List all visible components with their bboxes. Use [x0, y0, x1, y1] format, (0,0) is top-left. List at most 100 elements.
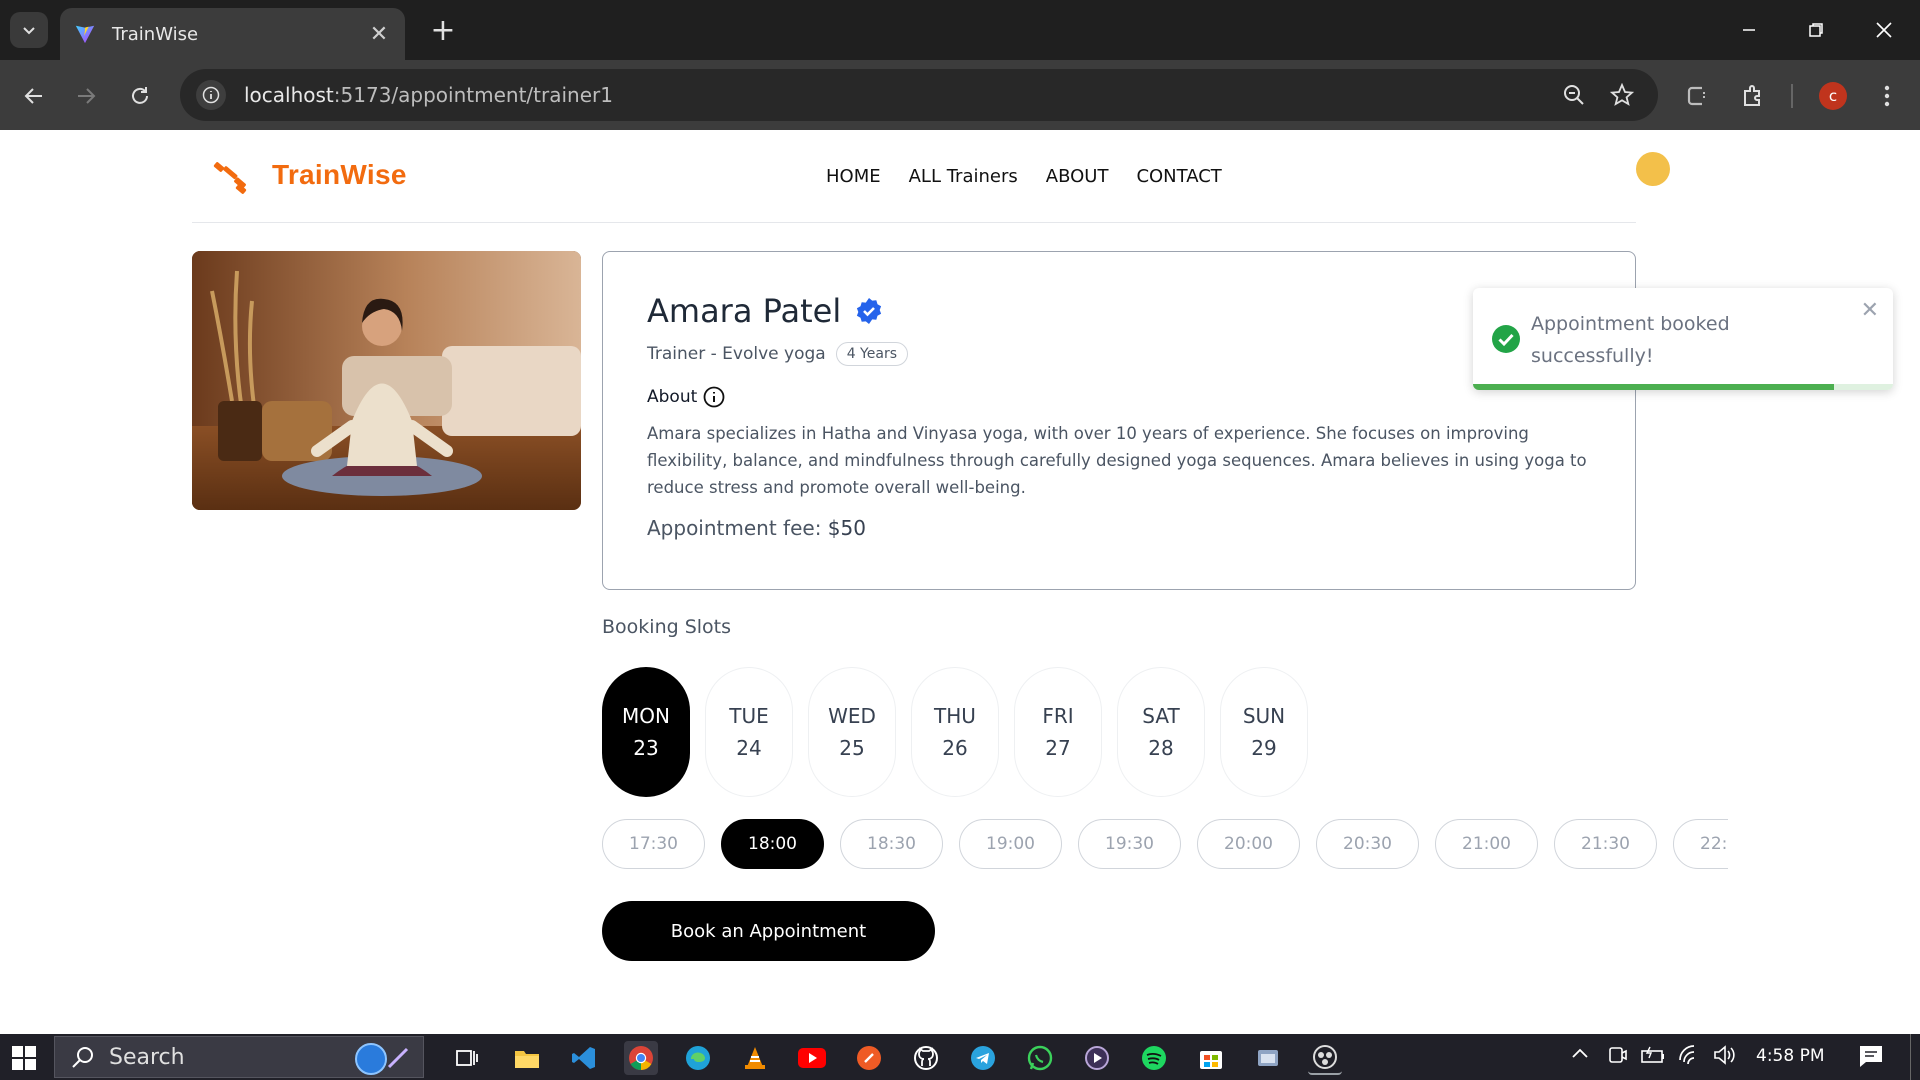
- day-name: MON: [622, 704, 670, 728]
- telegram-icon[interactable]: [966, 1041, 1000, 1075]
- restore-button[interactable]: [1792, 10, 1840, 50]
- show-desktop-button[interactable]: [1910, 1034, 1911, 1080]
- reload-button[interactable]: [120, 76, 160, 116]
- time-slot[interactable]: 19:00: [959, 819, 1062, 869]
- nav-home[interactable]: HOME: [826, 166, 881, 187]
- user-avatar[interactable]: [1636, 152, 1670, 186]
- trainer-name: Amara Patel: [647, 292, 842, 330]
- day-slot-fri[interactable]: FRI 27: [1014, 667, 1102, 797]
- meet-now-icon[interactable]: [1608, 1044, 1628, 1070]
- header-divider: [192, 222, 1636, 223]
- reload-icon: [132, 87, 148, 104]
- youtube-icon[interactable]: [795, 1041, 829, 1075]
- success-toast: Appointment booked successfully! ✕: [1473, 288, 1893, 390]
- windows-start-icon[interactable]: [12, 1046, 36, 1070]
- trainer-photo: [192, 251, 581, 510]
- brand-name: TrainWise: [272, 159, 407, 190]
- taskbar-search-box[interactable]: Search: [54, 1036, 424, 1078]
- day-slot-sat[interactable]: SAT 28: [1117, 667, 1205, 797]
- volume-icon[interactable]: [1712, 1044, 1736, 1070]
- notifications-icon[interactable]: [1858, 1044, 1884, 1072]
- booking-slots-title: Booking Slots: [602, 616, 732, 638]
- day-slot-thu[interactable]: THU 26: [911, 667, 999, 797]
- toast-close-icon[interactable]: ✕: [1861, 298, 1879, 323]
- profile-button[interactable]: c: [1815, 78, 1851, 114]
- day-date: 29: [1251, 736, 1277, 760]
- day-slot-wed[interactable]: WED 25: [808, 667, 896, 797]
- day-name: SUN: [1242, 704, 1286, 728]
- time-slot[interactable]: 19:30: [1078, 819, 1181, 869]
- back-button[interactable]: [14, 76, 54, 116]
- tab-title: TrainWise: [112, 23, 199, 45]
- tray-chevron-up-icon[interactable]: [1570, 1044, 1590, 1068]
- day-date: 23: [633, 736, 659, 760]
- day-slot-sun[interactable]: SUN 29: [1220, 667, 1308, 797]
- time-slot[interactable]: 17:30: [602, 819, 705, 869]
- nav-all-trainers[interactable]: ALL Trainers: [909, 166, 1018, 187]
- chrome-icon[interactable]: [624, 1041, 658, 1075]
- edge-icon[interactable]: [681, 1041, 715, 1075]
- url-text[interactable]: localhost:5173/appointment/trainer1: [244, 83, 613, 107]
- new-tab-button[interactable]: +: [425, 12, 461, 48]
- media-player-icon[interactable]: [1080, 1041, 1114, 1075]
- time-slot[interactable]: 18:30: [840, 819, 943, 869]
- bookmark-star-icon[interactable]: [1608, 81, 1636, 109]
- verified-badge-icon: [857, 298, 882, 324]
- day-slot-mon[interactable]: MON 23: [602, 667, 690, 797]
- experience-badge: 4 Years: [835, 342, 908, 366]
- forward-button[interactable]: [66, 76, 106, 116]
- browser-tab[interactable]: TrainWise ✕: [60, 8, 405, 60]
- vscode-icon[interactable]: [567, 1041, 601, 1075]
- spotify-icon[interactable]: [1137, 1041, 1171, 1075]
- brand-logo[interactable]: TrainWise: [212, 156, 407, 194]
- browser-menu-icon[interactable]: [1869, 78, 1905, 114]
- time-slot[interactable]: 22:00: [1673, 819, 1728, 869]
- close-window-button[interactable]: [1860, 10, 1908, 50]
- microsoft-store-icon[interactable]: [1194, 1041, 1228, 1075]
- zoom-icon[interactable]: [1560, 81, 1588, 109]
- file-explorer-icon[interactable]: [510, 1041, 544, 1075]
- site-info-icon[interactable]: [196, 80, 226, 110]
- day-selector: MON 23 TUE 24 WED 25 THU 26 FRI 27 SAT 28 SUN 2…: [602, 667, 1308, 797]
- task-view-icon[interactable]: [450, 1041, 484, 1075]
- time-slot[interactable]: 21:30: [1554, 819, 1657, 869]
- url-path: :5173/appointment/trainer1: [333, 83, 613, 107]
- github-icon[interactable]: [909, 1041, 943, 1075]
- address-bar[interactable]: localhost:5173/appointment/trainer1: [180, 69, 1658, 121]
- book-appointment-button[interactable]: Book an Appointment: [602, 901, 935, 961]
- minimize-button[interactable]: [1725, 10, 1773, 50]
- vlc-icon[interactable]: [738, 1041, 772, 1075]
- profile-avatar: c: [1819, 82, 1847, 110]
- search-icon: [72, 1047, 93, 1068]
- browser-toolbar: localhost:5173/appointment/trainer1 c: [0, 60, 1920, 130]
- nav-about[interactable]: ABOUT: [1046, 166, 1109, 187]
- taskbar-clock[interactable]: 4:58 PM: [1756, 1046, 1825, 1066]
- toolbar-divider: [1791, 84, 1793, 108]
- app-window-icon[interactable]: [1251, 1041, 1285, 1075]
- whatsapp-icon[interactable]: [1023, 1041, 1057, 1075]
- battery-icon[interactable]: [1640, 1044, 1666, 1070]
- time-slot[interactable]: 20:30: [1316, 819, 1419, 869]
- postman-icon[interactable]: [852, 1041, 886, 1075]
- search-highlight-icon: [355, 1043, 409, 1075]
- time-slot-selected[interactable]: 18:00: [721, 819, 824, 869]
- fee-label: Appointment fee:: [647, 516, 822, 540]
- wifi-icon[interactable]: [1678, 1044, 1702, 1070]
- day-date: 28: [1148, 736, 1174, 760]
- vite-logo-icon: [75, 25, 95, 44]
- trainer-role: Trainer - Evolve yoga: [647, 344, 826, 364]
- time-slot-row[interactable]: 17:30 18:00 18:30 19:00 19:30 20:00 20:3…: [602, 819, 1728, 869]
- obs-icon[interactable]: [1308, 1041, 1342, 1075]
- day-slot-tue[interactable]: TUE 24: [705, 667, 793, 797]
- fee-value: $50: [827, 516, 866, 540]
- extension-c-icon[interactable]: [1679, 78, 1715, 114]
- nav-contact[interactable]: CONTACT: [1136, 166, 1221, 187]
- url-host: localhost: [244, 83, 334, 107]
- taskbar-search-label: Search: [109, 1044, 185, 1070]
- time-slot[interactable]: 20:00: [1197, 819, 1300, 869]
- tab-search-button[interactable]: [10, 12, 48, 48]
- extensions-puzzle-icon[interactable]: [1735, 78, 1771, 114]
- windows-taskbar: Search 4:58 PM: [0, 1034, 1920, 1080]
- tab-close-icon[interactable]: ✕: [367, 22, 391, 47]
- time-slot[interactable]: 21:00: [1435, 819, 1538, 869]
